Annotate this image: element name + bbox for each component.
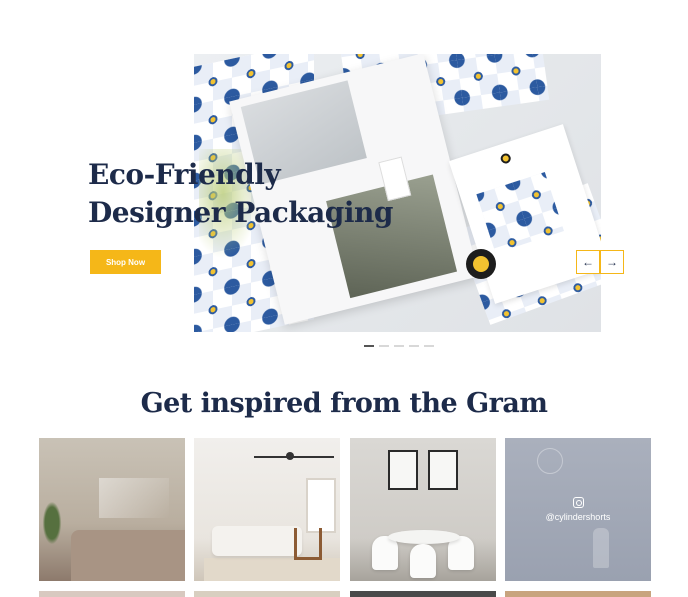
instagram-icon — [572, 497, 584, 508]
arrow-right-icon: → — [606, 255, 618, 269]
table-image — [388, 530, 460, 544]
shop-now-button[interactable]: Shop Now — [90, 250, 161, 274]
hero-title-line: Eco-Friendly — [88, 158, 281, 191]
instagram-post[interactable] — [350, 591, 496, 597]
slider-dot[interactable] — [394, 345, 404, 347]
arrow-left-icon: ← — [582, 255, 594, 269]
window-image — [306, 478, 336, 533]
lamp-image — [254, 456, 334, 458]
slider-next-button[interactable]: → — [600, 250, 624, 274]
chair-image — [410, 544, 436, 578]
instagram-post[interactable] — [39, 438, 185, 581]
sun-seal-icon — [466, 249, 496, 279]
slider-prev-button[interactable]: ← — [576, 250, 600, 274]
tile-pattern-card — [476, 172, 564, 254]
slider-dot[interactable] — [379, 345, 389, 347]
lamp-image — [286, 452, 294, 460]
instagram-post[interactable] — [194, 438, 340, 581]
slider-dot[interactable] — [409, 345, 419, 347]
instagram-overlay: @cylindershorts — [505, 438, 651, 581]
rug-image — [204, 558, 340, 581]
sofa-image — [212, 526, 302, 556]
instagram-post-hover[interactable]: @cylindershorts — [505, 438, 651, 581]
instagram-post[interactable] — [505, 591, 651, 597]
hero-title-line: Designer Packaging — [88, 196, 393, 229]
instagram-post[interactable] — [39, 591, 185, 597]
chair-image — [294, 528, 322, 560]
instagram-post[interactable] — [194, 591, 340, 597]
instagram-post[interactable] — [350, 438, 496, 581]
bed-image — [71, 530, 185, 581]
instagram-handle: @cylindershorts — [545, 512, 611, 522]
map-frame-image — [428, 450, 458, 490]
sun-logo-icon — [499, 152, 513, 165]
sunlight — [99, 478, 169, 518]
hero-slider: Eco-Friendly Designer Packaging Shop Now… — [0, 0, 688, 360]
map-frame-image — [388, 450, 418, 490]
slider-pagination — [364, 345, 434, 347]
hero-title: Eco-Friendly Designer Packaging — [88, 156, 393, 232]
gram-section-title: Get inspired from the Gram — [140, 388, 548, 419]
slider-dot[interactable] — [364, 345, 374, 347]
plant-image — [41, 498, 63, 548]
slider-dot[interactable] — [424, 345, 434, 347]
